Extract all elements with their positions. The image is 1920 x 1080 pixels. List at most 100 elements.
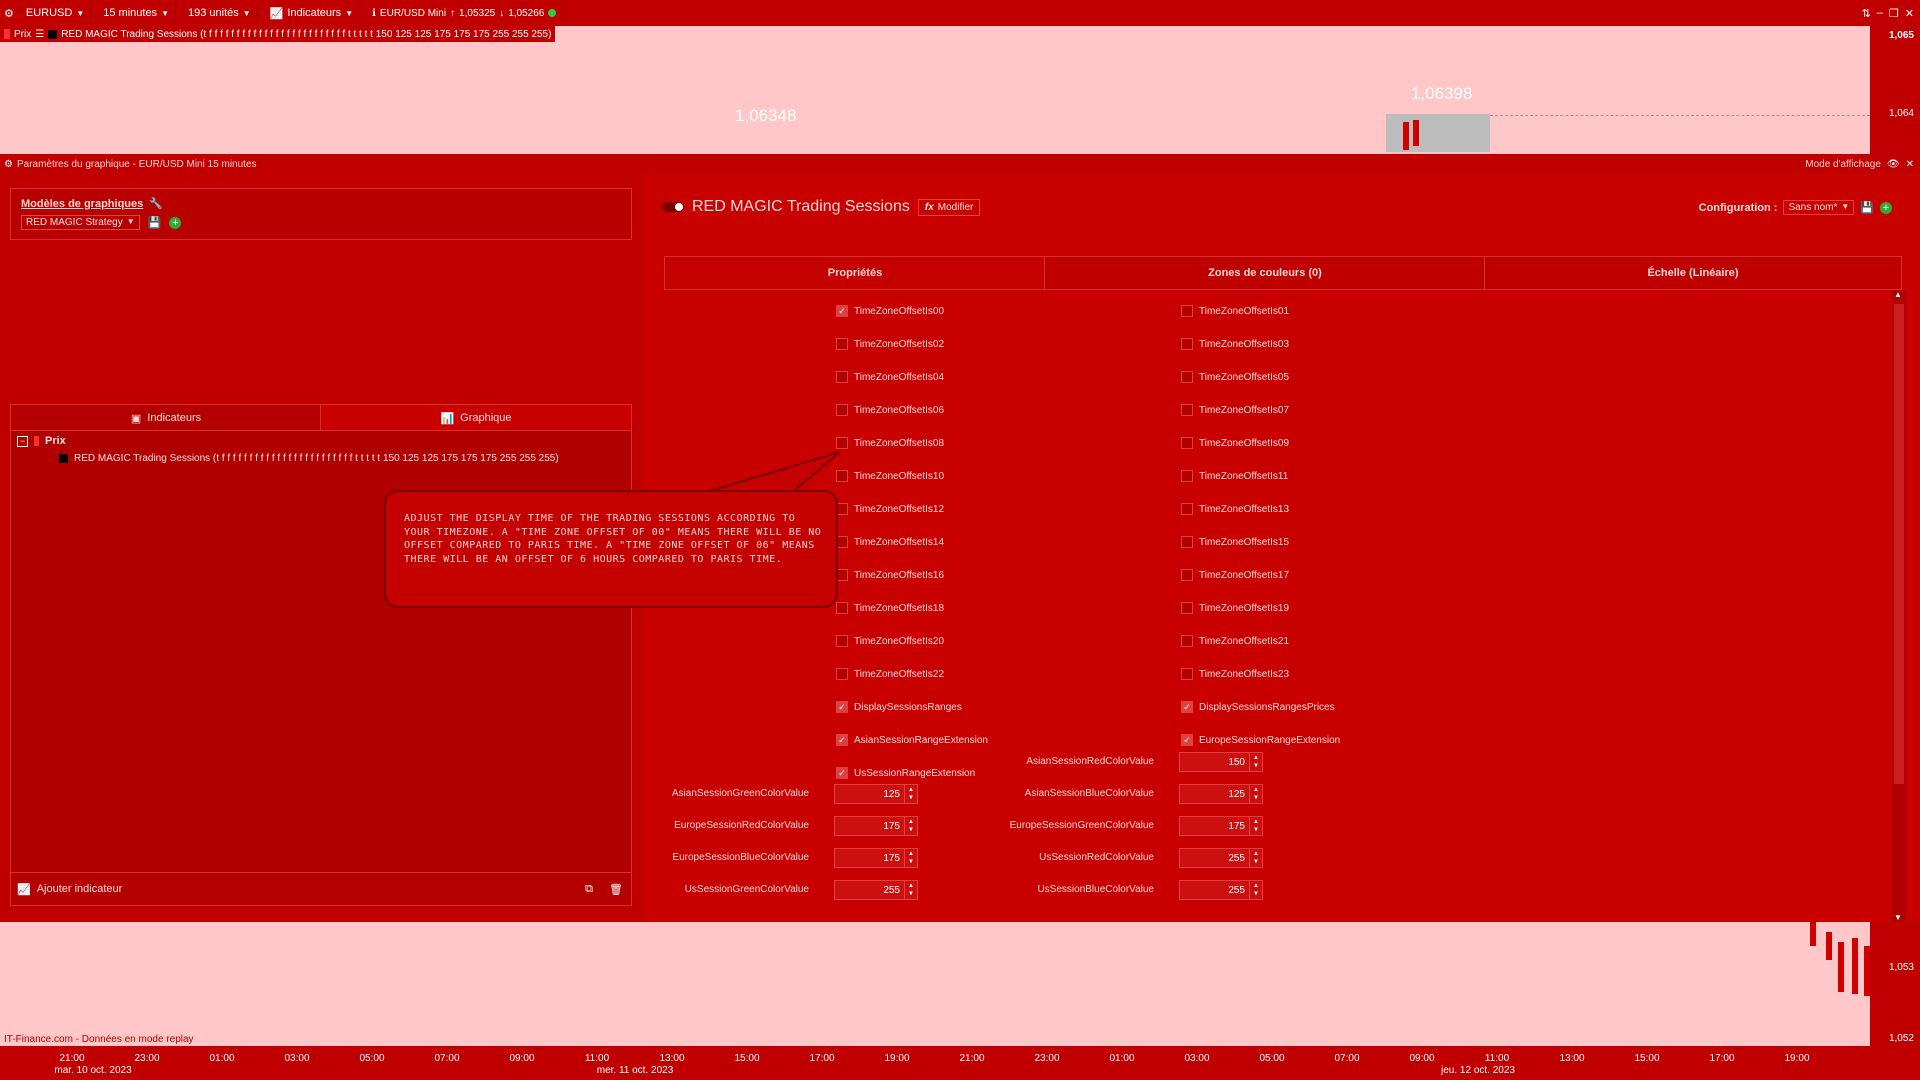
scroll-thumb[interactable] [1894, 304, 1904, 784]
tree-item[interactable]: RED MAGIC Trading Sessions (t f f f f f … [59, 453, 559, 464]
checkbox[interactable] [1181, 437, 1193, 449]
chart-area-top[interactable]: 1,06348 1,06398 [0, 26, 1870, 152]
checkbox-row[interactable]: ✓ DisplaySessionsRanges [836, 701, 962, 713]
checkbox-row[interactable]: TimeZoneOffsetIs23 [1181, 668, 1289, 680]
checkbox[interactable] [836, 404, 848, 416]
checkbox-row[interactable]: TimeZoneOffsetIs21 [1181, 635, 1289, 647]
tab-color-zones[interactable]: Zones de couleurs (0) [1044, 256, 1486, 290]
checkbox-row[interactable]: TimeZoneOffsetIs08 [836, 437, 944, 449]
list-icon[interactable]: ☰ [35, 29, 44, 40]
number-value[interactable]: 255 [835, 885, 904, 896]
spinner-icon[interactable]: ▲ ▼ [1249, 785, 1262, 803]
number-value[interactable]: 125 [1180, 789, 1249, 800]
number-field[interactable]: 125 ▲ ▼ [1179, 784, 1263, 804]
time-axis[interactable]: 21:00 23:00 01:00 03:00 05:00 07:00 09:00 11:00… [0, 1046, 1870, 1080]
collapse-icon[interactable]: − [17, 435, 28, 447]
checkbox-row[interactable]: TimeZoneOffsetIs07 [1181, 404, 1289, 416]
legend-indicator[interactable]: RED MAGIC Trading Sessions (t f f f f f … [61, 29, 551, 40]
wrench-icon[interactable]: 🔧 [149, 197, 163, 210]
checkbox-row[interactable]: TimeZoneOffsetIs02 [836, 338, 944, 350]
checkbox-row[interactable]: TimeZoneOffsetIs16 [836, 569, 944, 581]
checkbox-row[interactable]: TimeZoneOffsetIs10 [836, 470, 944, 482]
checkbox-row[interactable]: TimeZoneOffsetIs17 [1181, 569, 1289, 581]
indicators-menu[interactable]: 📈 Indicateurs ▼ [264, 3, 361, 23]
checkbox[interactable] [1181, 668, 1193, 680]
tab-indicators[interactable]: ▣ Indicateurs [10, 404, 322, 432]
spinner-icon[interactable]: ▲ ▼ [904, 785, 917, 803]
spinner-icon[interactable]: ▲ ▼ [1249, 817, 1262, 835]
checkbox[interactable] [836, 635, 848, 647]
tree-root[interactable]: − Prix [17, 435, 66, 447]
checkbox-row[interactable]: TimeZoneOffsetIs13 [1181, 503, 1289, 515]
add-indicator-icon[interactable]: 📈 [11, 883, 37, 896]
checkbox[interactable] [1181, 536, 1193, 548]
number-value[interactable]: 255 [1180, 853, 1249, 864]
checkbox[interactable] [1181, 569, 1193, 581]
spinner-icon[interactable]: ▲ ▼ [904, 817, 917, 835]
number-value[interactable]: 150 [1180, 757, 1249, 768]
checkbox-row[interactable]: TimeZoneOffsetIs12 [836, 503, 944, 515]
close-icon[interactable]: ✕ [1905, 7, 1920, 20]
checkbox-row[interactable]: TimeZoneOffsetIs11 [1181, 470, 1288, 482]
checkbox[interactable] [1181, 503, 1193, 515]
checkbox-row[interactable]: TimeZoneOffsetIs15 [1181, 536, 1289, 548]
app-logo-icon[interactable]: ⚙ [0, 7, 14, 20]
checkbox-row[interactable]: TimeZoneOffsetIs22 [836, 668, 944, 680]
spinner-icon[interactable]: ▲ ▼ [1249, 849, 1262, 867]
checkbox-row[interactable]: ✓ EuropeSessionRangeExtension [1181, 734, 1340, 746]
checkbox-row[interactable]: TimeZoneOffsetIs09 [1181, 437, 1289, 449]
checkbox[interactable]: ✓ [836, 767, 848, 779]
units-select[interactable]: 193 unités ▼ [182, 3, 258, 23]
checkbox-row[interactable]: TimeZoneOffsetIs01 [1181, 305, 1289, 317]
minimize-icon[interactable]: – [1877, 7, 1883, 19]
checkbox[interactable] [1181, 470, 1193, 482]
tab-properties[interactable]: Propriétés [664, 256, 1046, 290]
sync-icon[interactable]: ⇅ [1862, 7, 1871, 20]
scroll-down-icon[interactable]: ▼ [1894, 913, 1902, 922]
checkbox[interactable]: ✓ [1181, 701, 1193, 713]
number-field[interactable]: 175 ▲ ▼ [1179, 816, 1263, 836]
number-field[interactable]: 125 ▲ ▼ [834, 784, 918, 804]
number-field[interactable]: 255 ▲ ▼ [1179, 848, 1263, 868]
save-icon[interactable]: 💾 [1860, 201, 1874, 214]
spinner-icon[interactable]: ▲ ▼ [904, 849, 917, 867]
close-icon[interactable]: ✕ [1906, 159, 1920, 170]
checkbox-row[interactable]: TimeZoneOffsetIs14 [836, 536, 944, 548]
checkbox[interactable] [1181, 404, 1193, 416]
number-value[interactable]: 175 [835, 821, 904, 832]
toggle-switch[interactable] [662, 202, 684, 212]
checkbox[interactable]: ✓ [836, 305, 848, 317]
tab-graph[interactable]: 📊 Graphique [320, 404, 632, 432]
checkbox-row[interactable]: TimeZoneOffsetIs03 [1181, 338, 1289, 350]
spinner-icon[interactable]: ▲ ▼ [904, 881, 917, 899]
number-field[interactable]: 255 ▲ ▼ [1179, 880, 1263, 900]
number-value[interactable]: 175 [1180, 821, 1249, 832]
checkbox[interactable] [1181, 635, 1193, 647]
timeframe-select[interactable]: 15 minutes ▼ [97, 3, 176, 23]
checkbox[interactable] [836, 602, 848, 614]
checkbox-row[interactable]: ✓ DisplaySessionsRangesPrices [1181, 701, 1335, 713]
tab-scale[interactable]: Échelle (Linéaire) [1484, 256, 1902, 290]
spinner-icon[interactable]: ▲ ▼ [1249, 753, 1262, 771]
checkbox[interactable]: ✓ [1181, 734, 1193, 746]
checkbox-row[interactable]: TimeZoneOffsetIs06 [836, 404, 944, 416]
checkbox[interactable] [1181, 305, 1193, 317]
number-value[interactable]: 175 [835, 853, 904, 864]
copy-icon[interactable]: ⧉ [577, 883, 601, 896]
number-field[interactable]: 255 ▲ ▼ [834, 880, 918, 900]
symbol-select[interactable]: EURUSD ▼ [20, 3, 92, 23]
checkbox[interactable] [836, 371, 848, 383]
checkbox[interactable] [1181, 371, 1193, 383]
save-icon[interactable]: 💾 [148, 216, 162, 229]
number-field[interactable]: 175 ▲ ▼ [834, 848, 918, 868]
checkbox-row[interactable]: ✓ UsSessionRangeExtension [836, 767, 975, 779]
display-mode-icon[interactable]: 👁 [1881, 159, 1906, 170]
restore-icon[interactable]: ❐ [1889, 7, 1899, 20]
add-icon[interactable]: + [169, 216, 182, 229]
number-value[interactable]: 255 [1180, 885, 1249, 896]
config-select[interactable]: Sans nom* ▼ [1783, 200, 1855, 215]
checkbox-row[interactable]: TimeZoneOffsetIs19 [1181, 602, 1289, 614]
model-select[interactable]: RED MAGIC Strategy ▼ [21, 215, 140, 230]
checkbox-row[interactable]: TimeZoneOffsetIs04 [836, 371, 944, 383]
checkbox-row[interactable]: TimeZoneOffsetIs20 [836, 635, 944, 647]
